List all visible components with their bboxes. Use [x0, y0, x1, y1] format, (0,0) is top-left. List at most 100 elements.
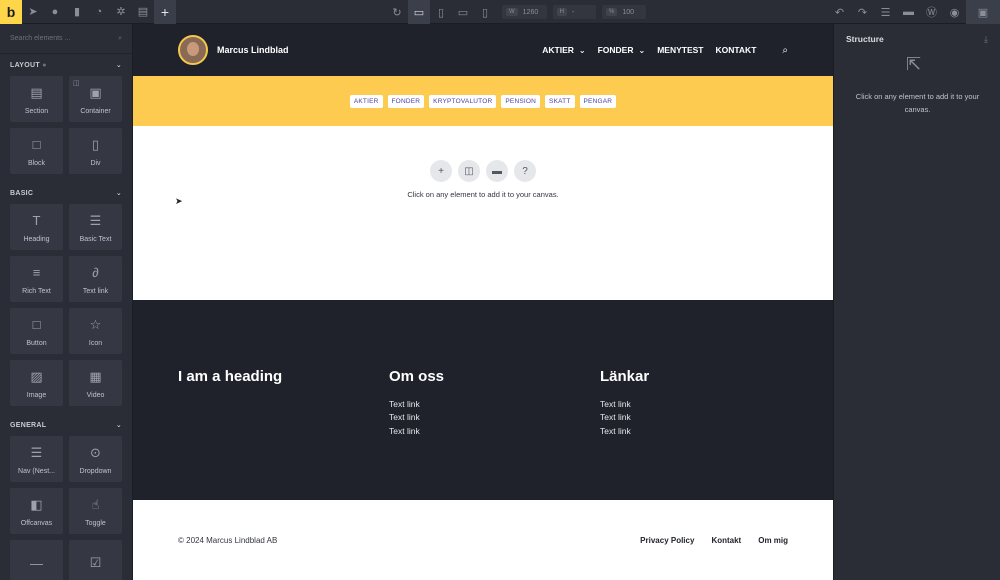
wordpress-icon[interactable]: Ⓦ — [920, 0, 943, 24]
tablet-landscape-icon[interactable]: ▭ — [452, 0, 474, 24]
element-tile-container[interactable]: ◫ ▣ Container — [69, 76, 122, 122]
element-label: Button — [26, 339, 47, 347]
footer-heading[interactable]: I am a heading — [178, 368, 282, 385]
footer-link[interactable]: Text link — [389, 398, 444, 411]
template-icon[interactable]: ▤ — [132, 0, 154, 24]
element-label: Dropdown — [79, 467, 112, 475]
element-tile-offcanvas[interactable]: ◧ Offcanvas — [10, 488, 63, 534]
tag-pengar[interactable]: PENGAR — [579, 94, 617, 108]
folder-icon[interactable]: ▬ — [897, 0, 920, 24]
category-tags-bar: AKTIER FONDER KRYPTOVALUTOR PENSION SKAT… — [133, 76, 833, 126]
video-icon: ▦ — [89, 368, 102, 384]
section-icon: ▤ — [30, 84, 43, 100]
nav-item-kontakt[interactable]: KONTAKT — [715, 45, 756, 55]
element-tile-partial[interactable]: ― — [10, 540, 63, 580]
footer-link[interactable]: Text link — [600, 411, 649, 424]
section-title: LAYOUT — [10, 61, 40, 69]
tag-skatt[interactable]: SKATT — [545, 94, 575, 108]
element-tile-section[interactable]: ▤ Section — [10, 76, 63, 122]
footer-link-privacy[interactable]: Privacy Policy — [640, 536, 694, 545]
nav-item-menytest[interactable]: MENYTEST — [657, 45, 703, 55]
zoom-field[interactable]: % 100 — [602, 5, 647, 19]
nav-item-aktier[interactable]: AKTIER ⌄ — [542, 45, 585, 55]
preview-eye-icon[interactable]: ◉ — [943, 0, 966, 24]
empty-content-area[interactable]: ➤ + ◫ ▬ ? Click on any element to add it… — [133, 126, 833, 300]
chevron-down-icon: ⌄ — [578, 45, 586, 55]
footer-column-3[interactable]: Länkar Text link Text link Text link — [600, 368, 649, 438]
section-header-basic[interactable]: BASIC ⌄ — [0, 182, 132, 204]
nav-icon: ☰ — [30, 444, 43, 460]
pointer-icon[interactable]: ➤ — [22, 0, 44, 24]
footer-link[interactable]: Text link — [600, 425, 649, 438]
tag-pension[interactable]: PENSION — [501, 94, 541, 108]
link-icon: ∂ — [92, 265, 99, 280]
search-input[interactable]: Search elements ... — [10, 35, 70, 42]
list-icon: ― — [30, 555, 43, 571]
element-tile-partial[interactable]: ☑ — [69, 540, 122, 580]
avatar[interactable] — [178, 35, 208, 65]
folder-icon[interactable]: ▬ — [486, 160, 508, 182]
footer-link-kontakt[interactable]: Kontakt — [711, 536, 741, 545]
element-tile-nav[interactable]: ☰ Nav (Nest... — [10, 436, 63, 482]
element-tile-button[interactable]: □ Button — [10, 308, 63, 354]
footer-bottom[interactable]: © 2024 Marcus Lindblad AB Privacy Policy… — [133, 500, 833, 580]
element-tile-video[interactable]: ▦ Video — [69, 360, 122, 406]
search-elements[interactable]: Search elements ... ⌕ — [0, 24, 132, 54]
footer-heading[interactable]: Länkar — [600, 368, 649, 385]
nav-item-fonder[interactable]: FONDER ⌄ — [598, 45, 646, 55]
tablet-portrait-icon[interactable]: ▯ — [430, 0, 452, 24]
add-element-button[interactable]: + — [154, 0, 176, 24]
add-icon[interactable]: + — [430, 160, 452, 182]
save-icon[interactable]: ▣ — [966, 0, 1000, 24]
element-tile-dropdown[interactable]: ⊙ Dropdown — [69, 436, 122, 482]
columns-icon[interactable]: ◫ — [458, 160, 480, 182]
element-tile-toggle[interactable]: ☝ Toggle — [69, 488, 122, 534]
info-icon: ● — [42, 61, 47, 69]
builder-logo[interactable]: b — [0, 0, 22, 24]
element-tile-basic-text[interactable]: ☰ Basic Text — [69, 204, 122, 250]
desktop-icon[interactable]: ▭ — [408, 0, 430, 24]
footer-link-om-mig[interactable]: Om mig — [758, 536, 788, 545]
section-header-layout[interactable]: LAYOUT ● ⌄ — [0, 54, 132, 76]
help-icon[interactable]: ? — [514, 160, 536, 182]
footer-link[interactable]: Text link — [389, 425, 444, 438]
tag-aktier[interactable]: AKTIER — [349, 94, 383, 108]
mobile-icon[interactable]: ▯ — [474, 0, 496, 24]
search-icon[interactable]: ⌕ — [782, 45, 788, 56]
footer-link[interactable]: Text link — [600, 398, 649, 411]
structure-toggle-icon[interactable]: ☰ — [874, 0, 897, 24]
element-tile-block[interactable]: □ Block — [10, 128, 63, 174]
help-icon[interactable]: ● — [44, 0, 66, 24]
element-tile-heading[interactable]: T Heading — [10, 204, 63, 250]
element-tile-text-link[interactable]: ∂ Text link — [69, 256, 122, 302]
section-header-general[interactable]: GENERAL ⌄ — [0, 414, 132, 436]
height-field[interactable]: H - — [552, 5, 597, 19]
element-tile-icon[interactable]: ☆ Icon — [69, 308, 122, 354]
builder-canvas[interactable]: Marcus Lindblad AKTIER ⌄ FONDER ⌄ MENYTEST… — [133, 24, 833, 580]
history-icon[interactable]: ◔ — [88, 0, 110, 24]
redo-icon[interactable]: ↷ — [851, 0, 874, 24]
site-brand[interactable]: Marcus Lindblad — [217, 45, 289, 55]
container-icon: ▣ — [89, 84, 102, 100]
tag-kryptovalutor[interactable]: KRYPTOVALUTOR — [429, 94, 497, 108]
element-tile-rich-text[interactable]: ≡ Rich Text — [10, 256, 63, 302]
footer-link[interactable]: Text link — [389, 411, 444, 424]
settings-icon[interactable]: ✲ — [110, 0, 132, 24]
general-elements-grid: ☰ Nav (Nest... ⊙ Dropdown ◧ Offcanvas ☝ … — [0, 436, 132, 580]
footer-column-1[interactable]: I am a heading — [178, 368, 282, 398]
undo-icon[interactable]: ↶ — [828, 0, 851, 24]
footer-top[interactable]: I am a heading Om oss Text link Text lin… — [133, 300, 833, 500]
refresh-icon[interactable]: ↻ — [386, 0, 408, 24]
width-field[interactable]: W 1260 — [502, 5, 547, 19]
zoom-value: 100 — [622, 8, 635, 16]
footer-column-2[interactable]: Om oss Text link Text link Text link — [389, 368, 444, 438]
footer-heading[interactable]: Om oss — [389, 368, 444, 385]
section-title: BASIC — [10, 189, 34, 197]
tag-fonder[interactable]: FONDER — [387, 94, 425, 108]
site-header[interactable]: Marcus Lindblad AKTIER ⌄ FONDER ⌄ MENYTEST… — [133, 24, 833, 76]
element-tile-image[interactable]: ▨ Image — [10, 360, 63, 406]
download-icon[interactable]: ⤓ — [984, 34, 988, 45]
pages-icon[interactable]: ▮ — [66, 0, 88, 24]
section-title: GENERAL — [10, 421, 47, 429]
element-tile-div[interactable]: ▯ Div — [69, 128, 122, 174]
